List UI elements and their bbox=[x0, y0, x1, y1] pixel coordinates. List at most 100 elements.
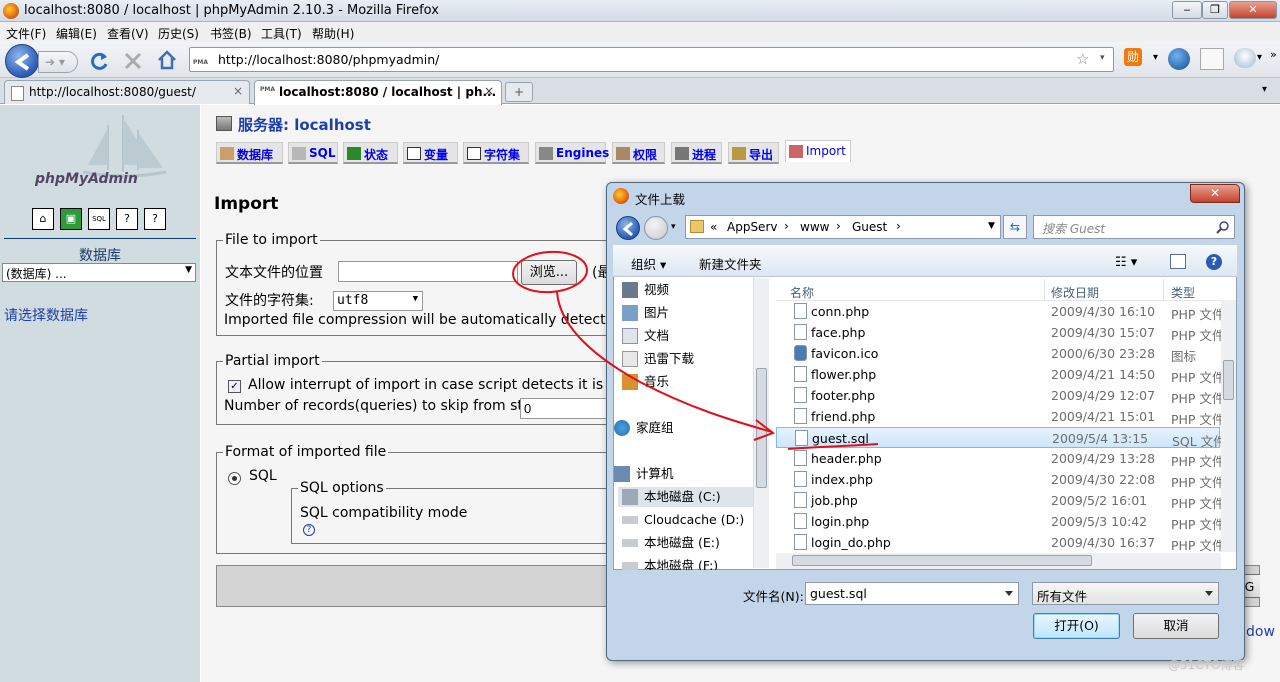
tab-close-icon[interactable]: × bbox=[233, 84, 243, 98]
tab-databases[interactable]: 数据库 bbox=[216, 142, 283, 164]
breadcrumb-www[interactable]: www bbox=[800, 220, 829, 234]
chevron-down-icon[interactable]: ▼ bbox=[988, 221, 995, 231]
tab-processes[interactable]: 进程 bbox=[671, 142, 722, 164]
reload-icon[interactable] bbox=[88, 50, 110, 72]
forward-button[interactable]: ➔ ▾ bbox=[38, 51, 78, 73]
tab-charsets[interactable]: 字符集 bbox=[463, 142, 529, 164]
file-type-select[interactable]: 所有文件 bbox=[1032, 582, 1219, 605]
tab-sql[interactable]: SQL bbox=[288, 142, 338, 164]
server-heading[interactable]: 服务器: localhost bbox=[238, 114, 371, 135]
menu-help[interactable]: 帮助(H) bbox=[312, 25, 354, 42]
file-hscrollbar[interactable] bbox=[776, 553, 1221, 569]
filename-input[interactable]: guest.sql bbox=[805, 582, 1019, 605]
back-button[interactable] bbox=[5, 44, 39, 78]
phpmyadmin-logo[interactable]: phpMyAdmin bbox=[35, 171, 138, 187]
nav-pictures[interactable]: 图片 bbox=[618, 303, 768, 323]
address-breadcrumb[interactable]: « AppServ › www › Guest › ▼ bbox=[685, 215, 1001, 239]
sql-doc-icon[interactable]: SQL bbox=[88, 208, 110, 230]
menu-edit[interactable]: 编辑(E) bbox=[56, 25, 97, 42]
stop-icon[interactable] bbox=[122, 50, 144, 72]
file-row[interactable]: friend.php 2009/4/21 15:01 PHP 文件 bbox=[776, 406, 1224, 427]
allow-interrupt-checkbox[interactable]: ✓ bbox=[228, 380, 241, 393]
new-tab-button[interactable]: + bbox=[505, 82, 533, 102]
documentation-icon[interactable]: ? bbox=[116, 208, 138, 230]
breadcrumb-appserv[interactable]: AppServ bbox=[727, 220, 777, 234]
file-row[interactable]: job.php 2009/5/2 16:01 PHP 文件 bbox=[776, 490, 1224, 511]
refresh-icon[interactable]: ⇆ bbox=[1003, 215, 1027, 239]
tab-status[interactable]: 状态 bbox=[343, 142, 398, 164]
nav-drive-d[interactable]: Cloudcache (D:) bbox=[618, 510, 768, 530]
nav-drive-e[interactable]: 本地磁盘 (E:) bbox=[618, 533, 768, 553]
skip-records-input[interactable] bbox=[520, 398, 610, 419]
maximize-button[interactable]: ❐ bbox=[1202, 1, 1228, 19]
query-window-icon[interactable]: ▣ bbox=[60, 208, 82, 230]
nav-homegroup[interactable]: 家庭组 bbox=[610, 418, 760, 438]
file-row[interactable]: conn.php 2009/4/30 16:10 PHP 文件 bbox=[776, 301, 1224, 322]
file-row[interactable]: guest.sql 2009/5/4 13:15 SQL 文件 bbox=[776, 427, 1226, 449]
nav-music[interactable]: 音乐 bbox=[618, 372, 768, 392]
file-scrollbar[interactable] bbox=[1221, 300, 1236, 552]
nav-thunder-downloads[interactable]: 迅雷下载 bbox=[618, 349, 768, 369]
help-icon[interactable]: ? bbox=[1206, 254, 1222, 270]
nav-videos[interactable]: 视频 bbox=[618, 280, 768, 300]
file-row[interactable]: login.php 2009/5/3 10:42 PHP 文件 bbox=[776, 511, 1224, 532]
nav-documents[interactable]: 文档 bbox=[618, 326, 768, 346]
file-row[interactable]: header.php 2009/4/29 13:28 PHP 文件 bbox=[776, 448, 1224, 469]
nav-computer[interactable]: 计算机 bbox=[610, 464, 760, 484]
file-row[interactable]: face.php 2009/4/30 15:07 PHP 文件 bbox=[776, 322, 1224, 343]
file-row[interactable]: flower.php 2009/4/21 14:50 PHP 文件 bbox=[776, 364, 1224, 385]
tab-close-icon[interactable]: × bbox=[484, 84, 494, 98]
tab-guest[interactable]: http://localhost:8080/guest/ × bbox=[4, 80, 250, 104]
view-options-icon[interactable]: ☷ ▾ bbox=[1115, 255, 1137, 270]
menu-file[interactable]: 文件(F) bbox=[6, 25, 46, 42]
nav-scrollbar[interactable] bbox=[753, 278, 769, 568]
menu-history[interactable]: 历史(S) bbox=[158, 25, 199, 42]
breadcrumb-guest[interactable]: Guest bbox=[852, 220, 887, 234]
addon-icon[interactable]: 勋 bbox=[1124, 48, 1142, 66]
toolbar-overflow-icon[interactable]: » bbox=[1270, 48, 1277, 61]
tab-export[interactable]: 导出 bbox=[728, 142, 779, 164]
menu-tools[interactable]: 工具(T) bbox=[261, 25, 302, 42]
tab-phpmyadmin[interactable]: PMA localhost:8080 / localhost | ph... × bbox=[254, 80, 502, 105]
screen-capture-icon[interactable] bbox=[1200, 48, 1224, 70]
url-bar[interactable]: PMA http://localhost:8080/phpmyadmin/ ☆ … bbox=[189, 47, 1114, 72]
file-row[interactable]: favicon.ico 2000/6/30 23:28 图标 bbox=[776, 343, 1220, 364]
menu-bookmarks[interactable]: 书签(B) bbox=[210, 25, 252, 42]
database-select[interactable]: (数据库) ... ▼ bbox=[2, 263, 196, 282]
tab-privileges[interactable]: 权限 bbox=[612, 142, 665, 164]
breadcrumb-overflow[interactable]: « bbox=[710, 220, 717, 234]
minimize-button[interactable]: ‒ bbox=[1172, 1, 1202, 19]
tab-list-icon[interactable]: ▾ bbox=[1262, 84, 1267, 95]
ie-tab-icon[interactable] bbox=[1168, 48, 1190, 70]
bookmark-star-icon[interactable]: ☆ bbox=[1076, 50, 1089, 68]
file-row[interactable]: footer.php 2009/4/29 12:07 PHP 文件 bbox=[776, 385, 1224, 406]
open-new-window-link[interactable]: dow bbox=[1246, 624, 1275, 640]
tab-import[interactable]: Import bbox=[785, 140, 851, 162]
dialog-back-button[interactable] bbox=[616, 216, 640, 240]
open-button[interactable]: 打开(O) bbox=[1033, 613, 1120, 639]
help-icon[interactable]: ? bbox=[303, 524, 315, 536]
preview-pane-icon[interactable] bbox=[1170, 254, 1186, 269]
column-name[interactable]: 名称 bbox=[790, 284, 814, 301]
nav-drive-f[interactable]: 本地磁盘 (F:) bbox=[618, 556, 768, 570]
breadcrumb-separator-icon[interactable]: › bbox=[896, 219, 901, 233]
home-icon[interactable] bbox=[156, 49, 178, 71]
help-icon[interactable]: ? bbox=[144, 208, 166, 230]
tab-variables[interactable]: 变量 bbox=[403, 142, 458, 164]
breadcrumb-separator-icon[interactable]: › bbox=[836, 219, 841, 233]
new-folder-button[interactable]: 新建文件夹 bbox=[699, 254, 762, 273]
organize-button[interactable]: 组织 ▾ bbox=[631, 254, 666, 273]
nav-drive-c[interactable]: 本地磁盘 (C:) bbox=[618, 487, 768, 507]
dialog-forward-button[interactable] bbox=[644, 216, 668, 240]
browse-button[interactable]: 浏览... bbox=[521, 260, 577, 285]
addon-dropdown-icon[interactable]: ▾ bbox=[1153, 52, 1158, 63]
dialog-close-button[interactable]: ✕ bbox=[1190, 184, 1240, 203]
column-date[interactable]: 修改日期 bbox=[1051, 284, 1099, 301]
cancel-button[interactable]: 取消 bbox=[1133, 613, 1219, 639]
charset-select[interactable]: utf8 ▼ bbox=[333, 291, 423, 311]
recent-locations-icon[interactable]: ▾ bbox=[671, 222, 676, 232]
close-window-button[interactable]: ✕ bbox=[1229, 1, 1277, 19]
nav-scrollbar-thumb[interactable] bbox=[756, 368, 767, 488]
file-hscrollbar-thumb[interactable] bbox=[792, 555, 1092, 566]
file-row[interactable]: index.php 2009/4/30 22:08 PHP 文件 bbox=[776, 469, 1224, 490]
